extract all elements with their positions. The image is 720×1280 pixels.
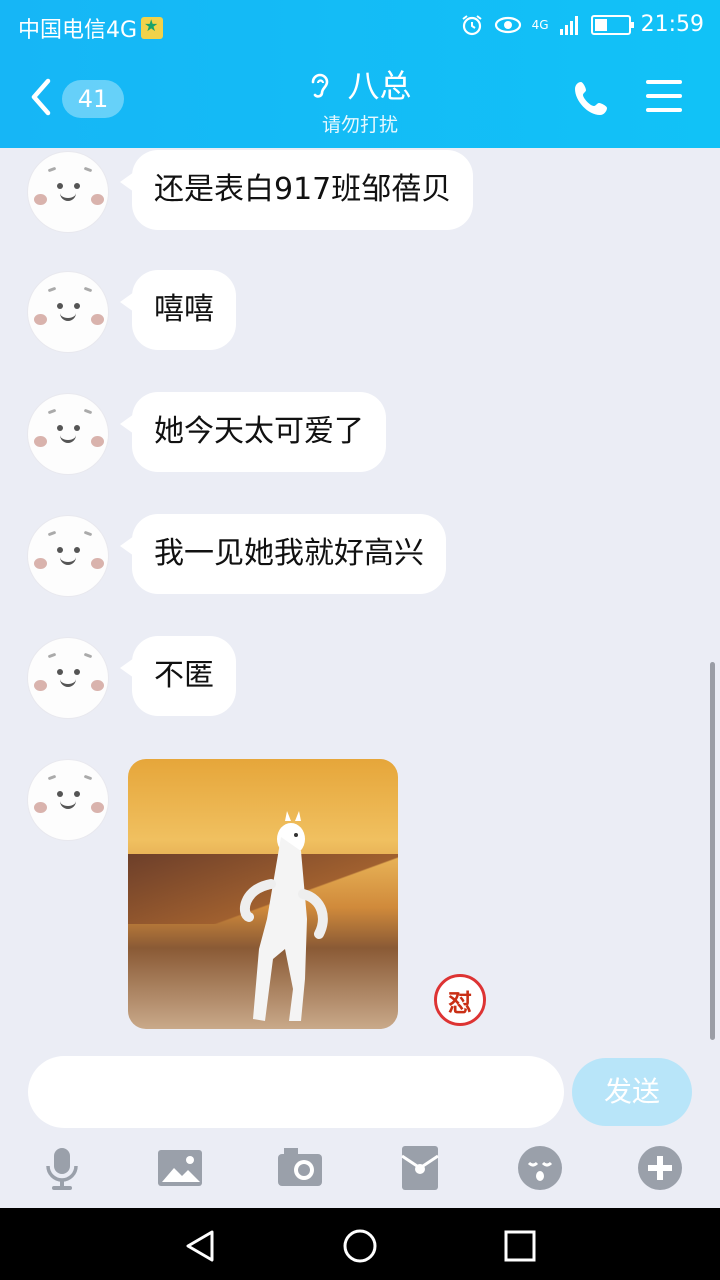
back-triangle-icon[interactable] (182, 1228, 218, 1264)
alarm-icon (462, 14, 482, 35)
avatar[interactable] (28, 760, 108, 840)
home-circle-icon[interactable] (342, 1228, 378, 1264)
recents-square-icon[interactable] (502, 1228, 538, 1264)
plus-icon[interactable] (636, 1144, 684, 1192)
avatar[interactable] (28, 394, 108, 474)
status-left: 中国电信4G (18, 12, 164, 44)
message-list[interactable]: 还是表白917班邹蓓贝 嘻嘻 她今天太可爱了 我一见她我就好高兴 不匿 怼 (0, 148, 720, 1040)
network-label: 4G (531, 17, 549, 32)
alpaca-sticker-image[interactable] (128, 759, 398, 1029)
scrollbar[interactable] (710, 662, 715, 1040)
nav-bar: 41 八总 请勿打扰 (0, 50, 720, 148)
eye-icon (494, 16, 521, 33)
composer: 发送 (0, 1040, 720, 1210)
message-input[interactable] (28, 1056, 564, 1128)
clock: 21:59 (640, 12, 704, 37)
hd-star-icon (141, 16, 164, 39)
message-bubble[interactable]: 不匿 (120, 636, 236, 716)
composer-toolbar (0, 1144, 720, 1200)
chat-header: 中国电信4G 4G 21:59 (0, 0, 720, 148)
status-right: 4G 21:59 (460, 12, 704, 37)
emoji-icon[interactable] (516, 1144, 564, 1192)
avatar[interactable] (28, 516, 108, 596)
system-nav-bar (0, 1208, 720, 1280)
title-group: 八总 请勿打扰 (0, 66, 720, 137)
battery-icon (590, 14, 634, 35)
chat-subtitle: 请勿打扰 (321, 114, 398, 136)
avatar[interactable] (28, 272, 108, 352)
red-packet-icon[interactable] (396, 1144, 444, 1192)
message-bubble[interactable]: 还是表白917班邹蓓贝 (119, 150, 474, 230)
chat-title-row: 八总 (0, 66, 720, 108)
menu-icon[interactable] (646, 80, 682, 114)
avatar[interactable] (28, 152, 108, 232)
status-bar: 中国电信4G 4G 21:59 (0, 0, 720, 50)
message-bubble[interactable]: 她今天太可爱了 (120, 392, 386, 472)
alpaca-figure (240, 811, 328, 1021)
ear-icon (309, 71, 340, 104)
chat-title: 八总 (347, 67, 412, 105)
message-bubble[interactable]: 嘻嘻 (120, 270, 236, 350)
image-icon[interactable] (156, 1144, 204, 1192)
sticker-badge[interactable]: 怼 (434, 974, 486, 1026)
microphone-icon[interactable] (38, 1144, 86, 1192)
phone-icon[interactable] (572, 78, 612, 118)
signal-icon (559, 15, 578, 35)
carrier-label: 中国电信4G (18, 18, 138, 43)
message-bubble[interactable]: 我一见她我就好高兴 (120, 514, 446, 594)
camera-icon[interactable] (276, 1144, 324, 1192)
avatar[interactable] (28, 638, 108, 718)
send-button[interactable]: 发送 (572, 1058, 692, 1126)
